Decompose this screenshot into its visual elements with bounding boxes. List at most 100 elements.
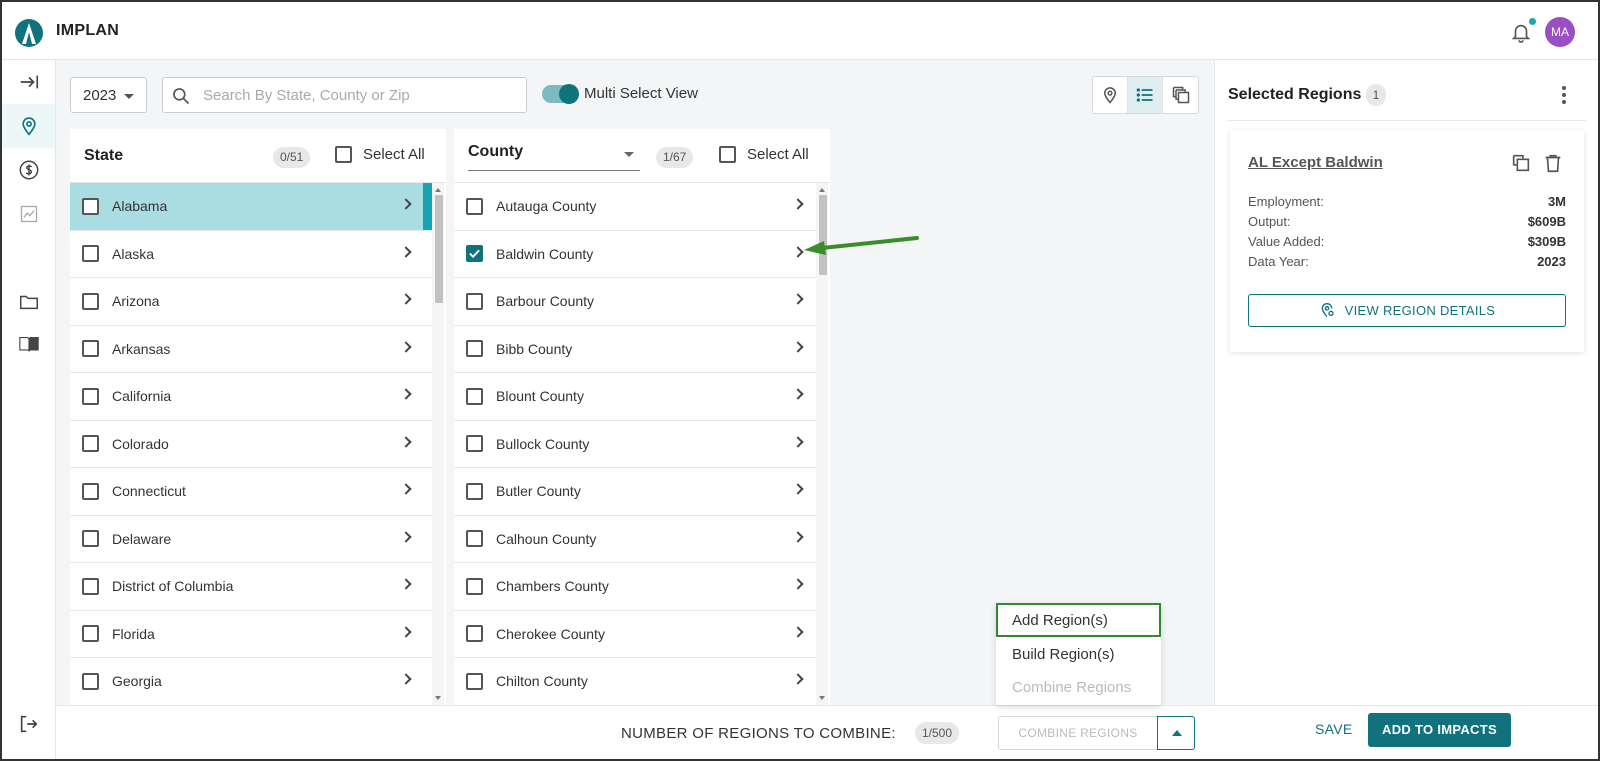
row-checkbox[interactable] bbox=[82, 387, 99, 405]
chevron-right-icon[interactable] bbox=[400, 625, 412, 638]
scroll-down-icon[interactable] bbox=[819, 696, 825, 700]
list-item[interactable]: Georgia bbox=[70, 658, 432, 706]
chevron-right-icon[interactable] bbox=[792, 530, 804, 543]
row-checkbox[interactable] bbox=[466, 387, 483, 405]
list-item[interactable]: District of Columbia bbox=[70, 563, 432, 611]
list-item[interactable]: California bbox=[70, 373, 432, 421]
list-item[interactable]: Bibb County bbox=[454, 326, 816, 373]
menu-item-add-regions[interactable]: Add Region(s) bbox=[996, 603, 1161, 637]
more-vert-icon[interactable] bbox=[1562, 86, 1566, 104]
row-checkbox[interactable] bbox=[82, 625, 99, 643]
rail-analytics[interactable] bbox=[2, 192, 55, 236]
chevron-right-icon[interactable] bbox=[400, 293, 412, 305]
chevron-right-icon[interactable] bbox=[792, 198, 804, 210]
rail-economics[interactable] bbox=[2, 148, 55, 192]
chevron-right-icon[interactable] bbox=[400, 340, 412, 353]
chevron-right-icon[interactable] bbox=[400, 673, 412, 685]
county-scrollbar[interactable] bbox=[816, 183, 828, 705]
chevron-right-icon[interactable] bbox=[400, 530, 412, 543]
save-button[interactable]: SAVE bbox=[1315, 721, 1353, 737]
trash-icon[interactable] bbox=[1542, 152, 1564, 174]
chevron-right-icon[interactable] bbox=[400, 198, 412, 210]
expand-rail-button[interactable] bbox=[2, 60, 55, 104]
region-name-link[interactable]: AL Except Baldwin bbox=[1248, 154, 1383, 171]
chevron-right-icon[interactable] bbox=[400, 578, 412, 590]
list-item[interactable]: Colorado bbox=[70, 421, 432, 468]
row-checkbox[interactable] bbox=[82, 577, 99, 595]
list-item[interactable]: Arizona bbox=[70, 278, 432, 326]
row-checkbox[interactable] bbox=[466, 482, 483, 500]
list-item[interactable]: Blount County bbox=[454, 373, 816, 421]
chevron-right-icon[interactable] bbox=[792, 435, 804, 448]
chevron-right-icon[interactable] bbox=[400, 388, 412, 400]
scroll-up-icon[interactable] bbox=[819, 188, 825, 192]
state-select-all-checkbox[interactable] bbox=[335, 146, 352, 163]
multi-select-toggle[interactable] bbox=[542, 84, 579, 104]
list-item[interactable]: Barbour County bbox=[454, 278, 816, 326]
list-item[interactable]: Alabama bbox=[70, 183, 432, 231]
list-item[interactable]: Calhoun County bbox=[454, 516, 816, 563]
row-checkbox[interactable] bbox=[466, 530, 483, 548]
county-level-select[interactable]: County bbox=[468, 143, 640, 171]
rail-regions[interactable] bbox=[2, 104, 55, 148]
list-item[interactable]: Chambers County bbox=[454, 563, 816, 611]
bell-icon[interactable] bbox=[1510, 21, 1532, 43]
combined-view-button[interactable] bbox=[1163, 77, 1198, 113]
list-item[interactable]: Delaware bbox=[70, 516, 432, 563]
list-view-button[interactable] bbox=[1128, 77, 1163, 113]
county-select-all[interactable]: Select All bbox=[719, 146, 809, 163]
chevron-right-icon[interactable] bbox=[792, 483, 804, 495]
row-checkbox[interactable] bbox=[466, 292, 483, 310]
list-item[interactable]: Arkansas bbox=[70, 326, 432, 373]
row-checkbox[interactable] bbox=[466, 577, 483, 595]
action-menu-toggle[interactable] bbox=[1157, 716, 1195, 750]
map-view-button[interactable] bbox=[1093, 77, 1128, 113]
rail-guide[interactable] bbox=[2, 322, 55, 366]
chevron-right-icon[interactable] bbox=[792, 340, 804, 353]
list-item[interactable]: Chilton County bbox=[454, 658, 816, 706]
row-checkbox[interactable] bbox=[82, 482, 99, 500]
row-checkbox[interactable] bbox=[82, 530, 99, 548]
scroll-up-icon[interactable] bbox=[435, 188, 441, 192]
chevron-right-icon[interactable] bbox=[792, 293, 804, 305]
view-region-details-button[interactable]: VIEW REGION DETAILS bbox=[1248, 294, 1566, 327]
chevron-right-icon[interactable] bbox=[400, 245, 412, 258]
row-checkbox[interactable] bbox=[466, 625, 483, 643]
row-checkbox[interactable] bbox=[82, 435, 99, 453]
chevron-right-icon[interactable] bbox=[792, 388, 804, 400]
list-item[interactable]: Baldwin County bbox=[454, 231, 816, 278]
chevron-right-icon[interactable] bbox=[400, 483, 412, 495]
list-item[interactable]: Florida bbox=[70, 611, 432, 658]
chevron-right-icon[interactable] bbox=[400, 435, 412, 448]
year-select[interactable]: 2023 bbox=[70, 77, 147, 113]
scroll-thumb[interactable] bbox=[435, 195, 443, 303]
row-checkbox[interactable] bbox=[466, 245, 483, 263]
state-select-all[interactable]: Select All bbox=[335, 146, 425, 163]
row-checkbox[interactable] bbox=[466, 672, 483, 690]
row-checkbox[interactable] bbox=[466, 435, 483, 453]
list-item[interactable]: Alaska bbox=[70, 231, 432, 278]
state-scrollbar[interactable] bbox=[432, 183, 444, 705]
avatar[interactable]: MA bbox=[1545, 17, 1575, 47]
row-checkbox[interactable] bbox=[466, 197, 483, 215]
list-item[interactable]: Bullock County bbox=[454, 421, 816, 468]
row-checkbox[interactable] bbox=[82, 245, 99, 263]
rail-projects[interactable] bbox=[2, 280, 55, 324]
chevron-right-icon[interactable] bbox=[792, 578, 804, 590]
list-item[interactable]: Connecticut bbox=[70, 468, 432, 516]
list-item[interactable]: Autauga County bbox=[454, 183, 816, 231]
chevron-right-icon[interactable] bbox=[792, 625, 804, 638]
add-to-impacts-button[interactable]: ADD TO IMPACTS bbox=[1368, 713, 1511, 747]
row-checkbox[interactable] bbox=[82, 292, 99, 310]
row-checkbox[interactable] bbox=[82, 197, 99, 215]
row-checkbox[interactable] bbox=[82, 340, 99, 358]
county-select-all-checkbox[interactable] bbox=[719, 146, 736, 163]
list-item[interactable]: Butler County bbox=[454, 468, 816, 516]
scroll-down-icon[interactable] bbox=[435, 696, 441, 700]
combine-regions-button[interactable]: COMBINE REGIONS bbox=[998, 716, 1157, 750]
logout-button[interactable] bbox=[2, 702, 55, 746]
chevron-right-icon[interactable] bbox=[792, 673, 804, 685]
copy-icon[interactable] bbox=[1510, 152, 1532, 174]
row-checkbox[interactable] bbox=[466, 340, 483, 358]
menu-item-build-regions[interactable]: Build Region(s) bbox=[996, 637, 1161, 671]
